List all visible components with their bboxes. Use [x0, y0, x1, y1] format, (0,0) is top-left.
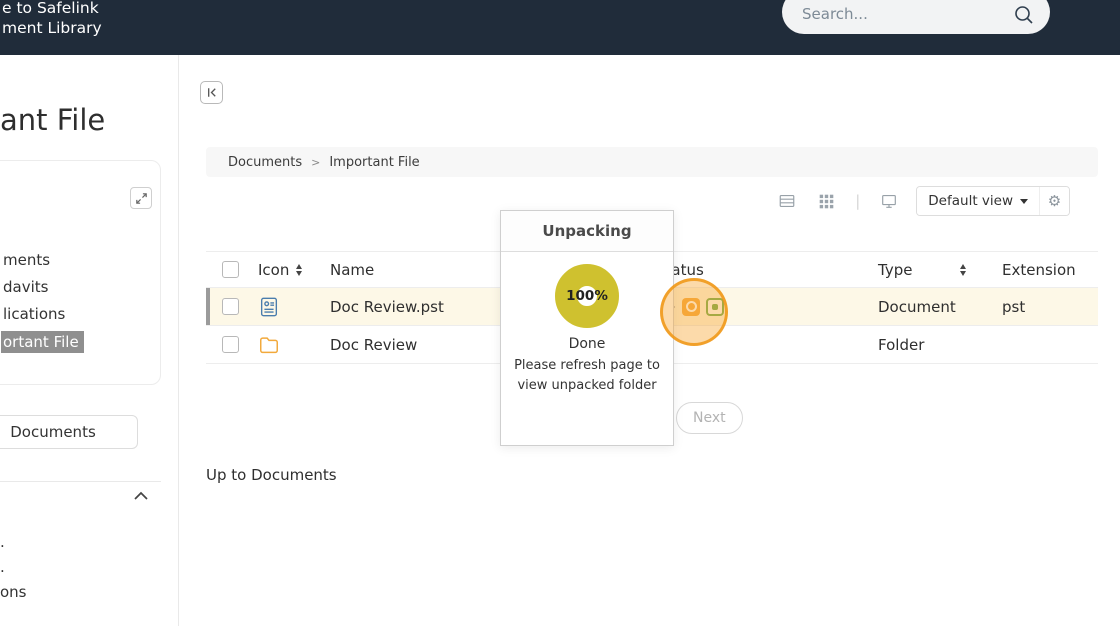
- caret-down-icon: [1020, 198, 1028, 204]
- document-icon: [260, 297, 278, 316]
- status-icons: [668, 297, 724, 316]
- column-header-icon-label: Icon: [258, 260, 290, 279]
- gear-icon: ⚙: [1047, 193, 1062, 210]
- row-cell-type: Document: [878, 297, 956, 316]
- row-checkbox[interactable]: [222, 298, 239, 315]
- breadcrumb-important-file: Important File: [329, 154, 420, 170]
- app-title: e to Safelink ment Library: [2, 0, 102, 38]
- monitor-icon: [882, 195, 897, 208]
- row-cell-extension: [1000, 326, 1098, 363]
- modal-message: Please refresh page to view unpacked fol…: [501, 356, 673, 396]
- column-header-extension-label: Extension: [1002, 260, 1076, 279]
- grid-view-button[interactable]: [814, 193, 839, 210]
- progress-percent: 100%: [566, 288, 608, 304]
- column-header-name-label: Name: [330, 260, 375, 279]
- row-cell-extension: pst: [1002, 297, 1026, 316]
- up-to-documents-button[interactable]: Documents: [0, 415, 138, 449]
- sidebar: ant File ments davits lications ortant F…: [0, 55, 179, 626]
- sidebar-item-important-file[interactable]: ortant File: [1, 330, 84, 353]
- sidebar-item-documents[interactable]: ments: [1, 247, 84, 274]
- chevron-up-icon: [134, 491, 148, 500]
- display-view-button[interactable]: [876, 192, 902, 210]
- topbar: e to Safelink ment Library: [0, 0, 1120, 55]
- default-view-label: Default view: [928, 193, 1013, 209]
- search-input[interactable]: [802, 2, 992, 26]
- page-title: ant File: [0, 103, 106, 137]
- modal-title: Unpacking: [501, 211, 673, 252]
- row-cell-checkbox: [206, 288, 242, 325]
- folder-icon: [260, 336, 278, 353]
- row-cell-icon: [242, 288, 312, 325]
- breadcrumb: Documents > Important File: [206, 147, 1098, 177]
- search-box: [782, 0, 1050, 34]
- sidebar-lower-item[interactable]: .: [0, 530, 27, 555]
- modal-message-line2: view unpacked folder: [517, 378, 657, 393]
- view-options-group: Default view ⚙: [916, 186, 1070, 216]
- collapse-section-button[interactable]: [133, 489, 149, 504]
- app-title-line2: ment Library: [2, 19, 102, 37]
- select-all-checkbox[interactable]: [222, 261, 239, 278]
- row-cell-icon: [242, 326, 312, 363]
- sidebar-item-applications[interactable]: lications: [1, 301, 84, 328]
- sort-icon: [960, 263, 966, 276]
- header-cell-checkbox: [206, 252, 242, 287]
- row-cell-status: [648, 288, 878, 325]
- app-window: e to Safelink ment Library ant File ment…: [0, 0, 1120, 626]
- sidebar-lower-item[interactable]: .: [0, 555, 27, 580]
- view-settings-button[interactable]: ⚙: [1039, 187, 1069, 215]
- default-view-dropdown[interactable]: Default view: [917, 187, 1039, 215]
- row-checkbox[interactable]: [222, 336, 239, 353]
- sidebar-item-affidavits[interactable]: davits: [1, 274, 84, 301]
- modal-message-line1: Please refresh page to: [514, 358, 660, 373]
- expand-icon: [135, 192, 147, 204]
- row-cell-status: [648, 326, 878, 363]
- divider: [0, 481, 161, 482]
- sidebar-panel: ments davits lications ortant File: [0, 160, 161, 385]
- search-icon[interactable]: [1012, 3, 1036, 27]
- sidebar-lower-list: . . ons: [0, 530, 27, 605]
- column-header-status[interactable]: Status: [648, 252, 878, 287]
- progress-status: Done: [568, 336, 606, 352]
- expand-panel-button[interactable]: [130, 187, 152, 209]
- progress-donut: 100%: [555, 264, 619, 328]
- collapse-panel-icon: [208, 88, 216, 97]
- sidebar-lower-item[interactable]: ons: [0, 580, 27, 605]
- unpacked-folder-icon: [706, 297, 724, 316]
- unpacking-modal: Unpacking 100% Done Please refresh page …: [500, 210, 674, 446]
- next-button[interactable]: Next: [676, 402, 743, 434]
- list-view-button[interactable]: [774, 192, 800, 210]
- row-cell-checkbox: [206, 326, 242, 363]
- breadcrumb-documents[interactable]: Documents: [228, 155, 302, 170]
- column-header-type[interactable]: Type: [878, 252, 1000, 287]
- row-cell-type: Folder: [878, 335, 925, 354]
- sort-icon: [296, 263, 303, 276]
- collapse-sidebar-button[interactable]: [200, 81, 223, 104]
- unpack-status-icon: [682, 297, 700, 316]
- app-title-line1: e to Safelink: [2, 0, 99, 17]
- grid-view-icon: [819, 194, 834, 208]
- column-header-icon[interactable]: Icon: [242, 252, 312, 287]
- column-header-extension[interactable]: Extension: [1000, 252, 1098, 287]
- sidebar-folder-list: ments davits lications ortant File: [1, 247, 84, 355]
- up-to-documents-link[interactable]: Up to Documents: [206, 466, 337, 484]
- toolbar-separator: |: [855, 192, 861, 210]
- column-header-type-label: Type: [878, 260, 913, 279]
- breadcrumb-separator: >: [311, 155, 321, 169]
- list-view-icon: [779, 195, 795, 207]
